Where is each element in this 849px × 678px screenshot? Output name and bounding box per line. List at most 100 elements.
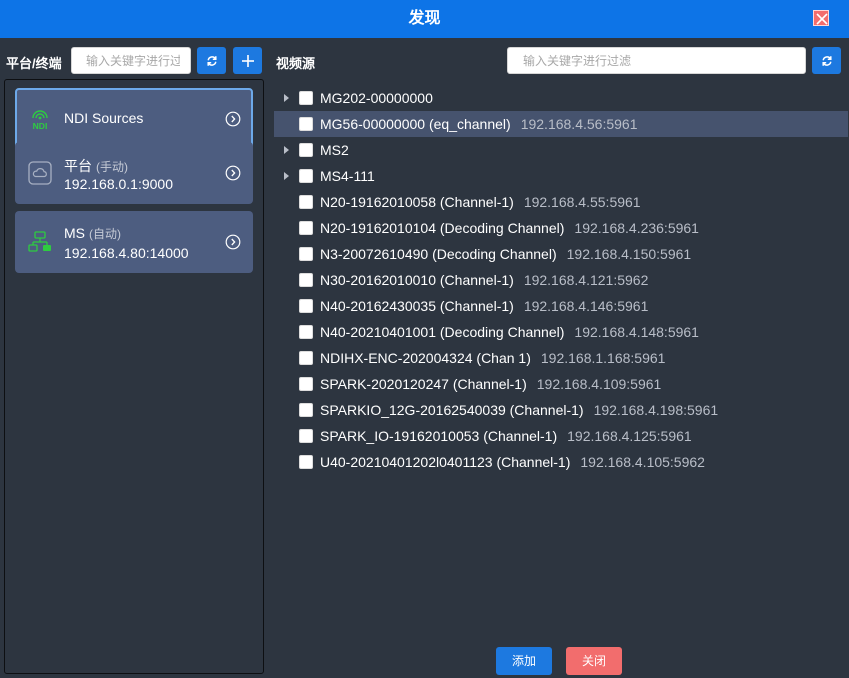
source-address: 192.168.4.236:5961 — [574, 220, 699, 236]
close-icon — [816, 13, 828, 25]
row-checkbox[interactable] — [299, 91, 313, 105]
row-checkbox[interactable] — [299, 299, 313, 313]
add-button[interactable]: 添加 — [496, 647, 552, 675]
row-label: U40-20210401202l0401123 (Channel-1) 192.1… — [320, 449, 705, 475]
row-label: MG56-00000000 (eq_channel) 192.168.4.56:5… — [320, 111, 637, 137]
video-source-label: 视频源 — [276, 56, 316, 71]
tree-row[interactable]: N20-19162010058 (Channel-1) 192.168.4.55:… — [274, 189, 848, 215]
platform-search-input[interactable] — [71, 47, 191, 74]
row-checkbox[interactable] — [299, 429, 313, 443]
tree-row[interactable]: MG202-00000000 — [274, 85, 848, 111]
network-server-icon — [28, 231, 51, 252]
tree-row[interactable]: NDIHX-ENC-202004324 (Chan 1) 192.168.1.16… — [274, 345, 848, 371]
source-address: 192.168.1.168:5961 — [540, 350, 666, 366]
platform-terminal-label: 平台/终端 — [6, 56, 62, 71]
source-title: MS4-111 — [320, 168, 375, 184]
source-address: 192.168.4.150:5961 — [566, 246, 692, 262]
tree-row[interactable]: MS2 — [274, 137, 848, 163]
source-address: 192.168.4.105:5962 — [580, 454, 705, 470]
video-source-tree: MG202-00000000 MG56-00000000 (eq_channel… — [274, 85, 848, 475]
add-platform-button[interactable] — [233, 47, 262, 74]
row-label: SPARK_IO-19162010053 (Channel-1) 192.168.… — [320, 423, 692, 449]
chevron-right-circle-icon[interactable] — [225, 165, 241, 181]
row-label: N30-20162010010 (Channel-1) 192.168.4.121… — [320, 267, 648, 293]
source-title: MG56-00000000 (eq_channel) — [320, 116, 511, 132]
row-checkbox[interactable] — [299, 221, 313, 235]
row-label: N20-19162010058 (Channel-1) 192.168.4.55:… — [320, 189, 641, 215]
source-address: 192.168.4.148:5961 — [574, 324, 699, 340]
expand-arrow-icon[interactable] — [284, 172, 289, 180]
source-title: NDIHX-ENC-202004324 (Chan 1) — [320, 350, 531, 366]
tree-row[interactable]: N3-20072610490 (Decoding Channel) 192.168… — [274, 241, 848, 267]
source-address: 192.168.4.80:14000 — [64, 245, 189, 261]
source-address: 192.168.4.198:5961 — [593, 402, 719, 418]
source-title: SPARKIO_12G-20162540039 (Channel-1) — [320, 402, 584, 418]
tree-row[interactable]: SPARK_IO-19162010053 (Channel-1) 192.168.… — [274, 423, 848, 449]
source-address: 192.168.4.109:5961 — [536, 376, 662, 392]
tree-row[interactable]: U40-20210401202l0401123 (Channel-1) 192.1… — [274, 449, 848, 475]
row-checkbox[interactable] — [299, 351, 313, 365]
row-checkbox[interactable] — [299, 403, 313, 417]
source-name: MS (自动) — [64, 225, 121, 242]
source-title: N30-20162010010 (Channel-1) — [320, 272, 514, 288]
tree-row[interactable]: MG56-00000000 (eq_channel) 192.168.4.56:5… — [274, 111, 848, 137]
row-checkbox[interactable] — [299, 195, 313, 209]
video-source-search-input[interactable] — [507, 47, 806, 74]
source-list-panel: NDI NDI Sources 平台 (手动) 192.168.0.1:9000 — [4, 79, 264, 674]
plus-icon — [241, 54, 254, 67]
ndi-logo-icon: NDI — [32, 110, 48, 131]
expand-arrow-icon[interactable] — [284, 146, 289, 154]
tree-row[interactable]: MS4-111 — [274, 163, 848, 189]
chevron-right-circle-icon[interactable] — [225, 111, 241, 127]
source-title: N20-19162010104 (Decoding Channel) — [320, 220, 565, 236]
source-item-ndi[interactable]: NDI NDI Sources — [15, 88, 253, 150]
platform-refresh-button[interactable] — [197, 47, 226, 74]
source-mode-tag: (手动) — [96, 160, 128, 174]
expand-arrow-icon[interactable] — [284, 94, 289, 102]
tree-row[interactable]: N30-20162010010 (Channel-1) 192.168.4.121… — [274, 267, 848, 293]
row-label: SPARK-2020120247 (Channel-1) 192.168.4.10… — [320, 371, 661, 397]
source-item-platform[interactable]: 平台 (手动) 192.168.0.1:9000 — [15, 142, 253, 204]
source-address: 192.168.4.55:5961 — [523, 194, 641, 210]
row-checkbox[interactable] — [299, 117, 313, 131]
source-address: 192.168.4.146:5961 — [523, 298, 649, 314]
row-checkbox[interactable] — [299, 273, 313, 287]
close-window-button[interactable] — [813, 10, 829, 26]
tree-row[interactable]: SPARK-2020120247 (Channel-1) 192.168.4.10… — [274, 371, 848, 397]
row-label: NDIHX-ENC-202004324 (Chan 1) 192.168.1.16… — [320, 345, 665, 371]
chevron-right-circle-icon[interactable] — [225, 234, 241, 250]
refresh-icon — [206, 55, 217, 66]
row-label: MS4-111 — [320, 163, 385, 189]
row-label: MG202-00000000 — [320, 85, 443, 111]
row-checkbox[interactable] — [299, 325, 313, 339]
source-name-text: MS — [64, 225, 85, 241]
source-title: U40-20210401202l0401123 (Channel-1) — [320, 454, 571, 470]
title-bar: 发现 — [0, 0, 849, 38]
source-address: 192.168.4.125:5961 — [567, 428, 692, 444]
source-item-ms[interactable]: MS (自动) 192.168.4.80:14000 — [15, 211, 253, 273]
row-label: MS2 — [320, 137, 359, 163]
row-label: N40-20162430035 (Channel-1) 192.168.4.146… — [320, 293, 648, 319]
row-checkbox[interactable] — [299, 247, 313, 261]
tree-row[interactable]: SPARKIO_12G-20162540039 (Channel-1) 192.1… — [274, 397, 848, 423]
row-checkbox[interactable] — [299, 143, 313, 157]
window-title: 发现 — [408, 10, 441, 27]
tree-row[interactable]: N40-20210401001 (Decoding Channel) 192.16… — [274, 319, 848, 345]
refresh-icon — [821, 55, 832, 66]
row-checkbox[interactable] — [299, 455, 313, 469]
source-title: SPARK-2020120247 (Channel-1) — [320, 376, 527, 392]
source-mode-tag: (自动) — [89, 227, 121, 241]
source-address: 192.168.0.1:9000 — [64, 176, 173, 192]
source-address: 192.168.4.56:5961 — [520, 116, 638, 132]
row-checkbox[interactable] — [299, 169, 313, 183]
row-checkbox[interactable] — [299, 377, 313, 391]
row-label: N20-19162010104 (Decoding Channel) 192.16… — [320, 215, 699, 241]
close-button[interactable]: 关闭 — [566, 647, 622, 675]
video-source-refresh-button[interactable] — [812, 47, 841, 74]
tree-row[interactable]: N40-20162430035 (Channel-1) 192.168.4.146… — [274, 293, 848, 319]
cloud-icon — [28, 161, 52, 185]
source-name-text: 平台 — [64, 158, 92, 174]
source-title: N3-20072610490 (Decoding Channel) — [320, 246, 557, 262]
tree-row[interactable]: N20-19162010104 (Decoding Channel) 192.16… — [274, 215, 848, 241]
row-label: N40-20210401001 (Decoding Channel) 192.16… — [320, 319, 699, 345]
